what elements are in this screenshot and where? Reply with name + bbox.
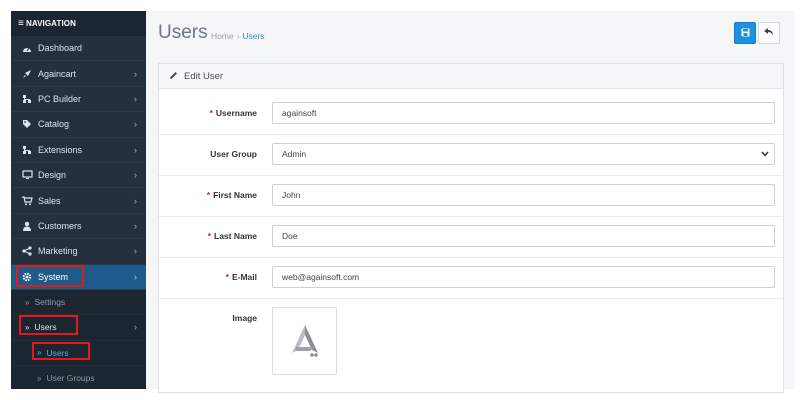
sidebar-item-label: Sales [38, 195, 61, 206]
sidebar-item-label: User Groups [46, 373, 95, 384]
form-row-email: * E-Mail web@againsoft.com [159, 258, 783, 299]
sidebar-item-label: System [38, 271, 69, 282]
chevron-right-icon: › [134, 322, 137, 333]
required-marker: * [207, 231, 211, 241]
username-label: * Username [209, 108, 257, 118]
chevron-right-icon: › [134, 93, 137, 104]
breadcrumb-separator-icon: › [236, 31, 240, 41]
hamburger-icon[interactable]: ≡ [18, 18, 24, 29]
sidebar-item-sales[interactable]: Sales › [11, 188, 146, 214]
sitemap-icon [21, 94, 33, 104]
system-submenu: » Settings » Users › » Users » User Grou… [11, 289, 146, 389]
form-row-image: Image [159, 299, 783, 394]
sidebar-item-users[interactable]: » Users [11, 341, 146, 367]
sidebar-item-marketing[interactable]: Marketing › [11, 239, 146, 265]
sidebar-item-pc-builder[interactable]: PC Builder › [11, 87, 146, 113]
pencil-icon [169, 71, 178, 82]
users-submenu: » Users » User Groups [11, 341, 146, 389]
form-row-username: * Username againsoft [159, 94, 783, 135]
breadcrumb-home-link[interactable]: Home [211, 31, 234, 41]
save-button[interactable] [734, 22, 756, 44]
reply-icon [764, 27, 774, 39]
nav-header: ≡ NAVIGATION [11, 11, 146, 36]
image-label: Image [232, 313, 257, 323]
share-icon [21, 246, 33, 256]
double-chevron-icon: » [25, 297, 30, 307]
sidebar-item-label: Customers [38, 220, 82, 231]
form-row-last-name: * Last Name Doe [159, 217, 783, 258]
sidebar-item-customers[interactable]: Customers › [11, 214, 146, 240]
chevron-right-icon: › [134, 170, 137, 181]
againsoft-logo-icon [291, 325, 318, 357]
sidebar-item-users-group[interactable]: » Users › [11, 315, 146, 341]
gear-icon [21, 272, 33, 282]
monitor-icon [21, 170, 33, 180]
edit-user-panel: Edit User * Username againsoft User Group… [158, 63, 784, 393]
back-button[interactable] [758, 22, 780, 44]
sidebar-item-label: Marketing [38, 246, 78, 257]
tag-icon [21, 119, 33, 129]
sidebar-item-user-groups[interactable]: » User Groups [11, 366, 146, 389]
chevron-right-icon: › [134, 271, 137, 282]
sidebar-item-dashboard[interactable]: Dashboard [11, 36, 146, 62]
cart-icon [21, 195, 33, 206]
sidebar-item-label: Users [46, 347, 69, 358]
chevron-right-icon: › [134, 144, 137, 155]
username-input[interactable]: againsoft [272, 102, 775, 124]
user-group-select[interactable]: Admin [272, 143, 775, 165]
required-marker: * [206, 190, 211, 200]
chevron-right-icon: › [134, 220, 137, 231]
sidebar-item-settings[interactable]: » Settings [11, 290, 146, 316]
sidebar-navigation: ≡ NAVIGATION Dashboard Againcart › PC Bu… [11, 11, 146, 389]
sidebar-item-label: Extensions [38, 144, 83, 155]
required-marker: * [209, 108, 213, 118]
sidebar-item-label: PC Builder [38, 93, 82, 104]
sidebar-item-label: Users [34, 322, 57, 333]
first-name-input[interactable]: John [272, 184, 775, 206]
page-header: Users Home › Users [146, 11, 795, 54]
main-content: Users Home › Users Edit User * Username a… [146, 11, 795, 393]
user-group-selected-value: Admin [282, 149, 307, 159]
email-label: * E-Mail [225, 272, 257, 282]
sidebar-item-design[interactable]: Design › [11, 163, 146, 189]
last-name-label: * Last Name [207, 231, 257, 241]
sidebar-item-label: Catalog [38, 119, 70, 130]
form-row-first-name: * First Name John [159, 176, 783, 217]
nav-header-label: NAVIGATION [25, 19, 76, 28]
last-name-input[interactable]: Doe [272, 225, 775, 247]
rocket-icon [21, 69, 33, 79]
chevron-down-icon [761, 149, 769, 161]
breadcrumb: Home › Users [211, 31, 265, 41]
sidebar-item-label: Dashboard [38, 43, 83, 54]
panel-title: Edit User [184, 70, 224, 82]
sidebar-item-againcart[interactable]: Againcart › [11, 61, 146, 87]
sidebar-item-system[interactable]: System › [11, 264, 146, 290]
chevron-right-icon: › [134, 68, 137, 79]
email-input[interactable]: web@againsoft.com [272, 266, 775, 288]
puzzle-icon [21, 145, 33, 155]
dashboard-icon [21, 44, 33, 53]
sidebar-item-label: Settings [34, 297, 66, 308]
double-chevron-icon: » [37, 373, 42, 383]
chevron-right-icon: › [134, 246, 137, 257]
sidebar-item-label: Againcart [38, 68, 77, 79]
chevron-right-icon: › [134, 195, 137, 206]
user-group-label: User Group [210, 149, 257, 159]
user-icon [21, 221, 33, 231]
page-title: Users [158, 22, 208, 43]
form-row-user-group: User Group Admin [159, 135, 783, 176]
sidebar-item-extensions[interactable]: Extensions › [11, 138, 146, 163]
floppy-disk-icon [741, 24, 750, 42]
double-chevron-icon: » [25, 322, 30, 332]
sidebar-item-catalog[interactable]: Catalog › [11, 112, 146, 138]
chevron-right-icon: › [134, 119, 137, 130]
first-name-label: * First Name [206, 190, 257, 200]
breadcrumb-users-link[interactable]: Users [242, 31, 264, 41]
required-marker: * [225, 272, 229, 282]
user-image-thumbnail[interactable] [272, 307, 337, 375]
sidebar-item-label: Design [38, 170, 67, 181]
panel-header: Edit User [159, 64, 783, 89]
double-chevron-icon: » [37, 348, 42, 358]
